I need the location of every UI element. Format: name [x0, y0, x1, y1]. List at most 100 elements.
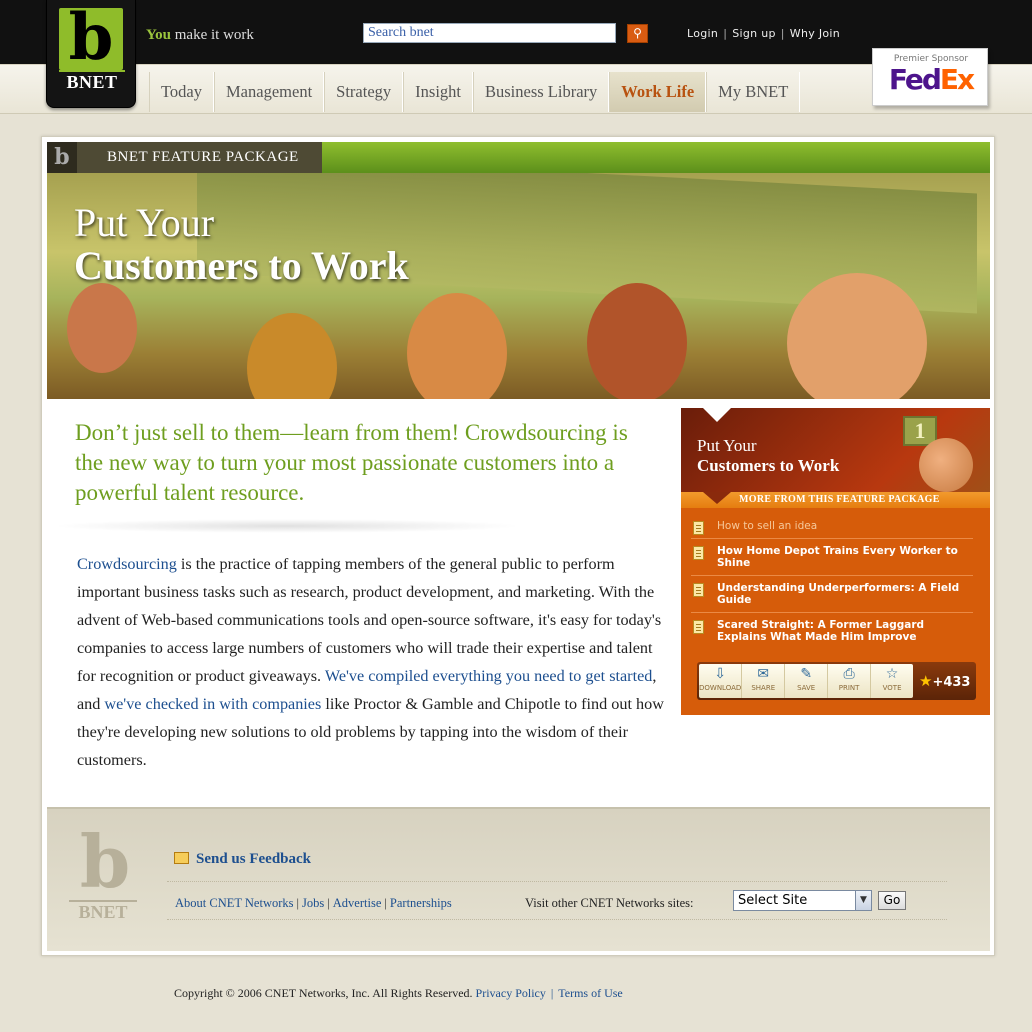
nav-my-bnet[interactable]: My BNET [706, 72, 801, 112]
visit-sites-label: Visit other CNET Networks sites: [525, 896, 694, 910]
sidebar-title: Put Your Customers to Work [697, 436, 839, 476]
terms-of-use-link[interactable]: Terms of Use [558, 986, 622, 1000]
print-label: PRINT [838, 684, 860, 692]
send-feedback-link[interactable]: Send us Feedback [174, 851, 311, 868]
illustration-figure [247, 313, 337, 399]
related-item-label: Scared Straight: A Former Laggard Explai… [717, 619, 925, 643]
hero-title-line2: Customers to Work [74, 243, 409, 288]
related-item[interactable]: Understanding Underperformers: A Field G… [691, 576, 973, 613]
document-icon [693, 546, 704, 560]
nav-management[interactable]: Management [214, 72, 325, 112]
body-text-1: is the practice of tapping members of th… [77, 555, 662, 685]
feature-package-label: BNET FEATURE PACKAGE [107, 149, 299, 165]
related-item[interactable]: How to sell an idea [691, 514, 973, 539]
related-list: How to sell an idea How Home Depot Train… [691, 514, 973, 649]
illustration-figure [587, 283, 687, 399]
why-join-link[interactable]: Why Join [790, 27, 840, 40]
compiled-link[interactable]: We've compiled everything you need to ge… [325, 667, 653, 685]
search-icon[interactable]: ⚲ [627, 24, 648, 43]
share-button[interactable]: ✉ SHARE [742, 664, 786, 698]
print-button[interactable]: ⎙ PRINT [828, 664, 872, 698]
nav-strategy[interactable]: Strategy [324, 72, 404, 112]
related-item-label: How to sell an idea [717, 520, 818, 532]
jobs-link[interactable]: Jobs [302, 896, 324, 910]
related-item[interactable]: Scared Straight: A Former Laggard Explai… [691, 613, 973, 649]
vote-count: ★+433 [919, 672, 970, 690]
bnet-logo[interactable]: b BNET [46, 0, 136, 108]
illustration-figure [407, 293, 507, 399]
printer-icon: ⎙ [843, 666, 855, 682]
related-item[interactable]: How Home Depot Trains Every Worker to Sh… [691, 539, 973, 576]
more-notch [703, 492, 731, 504]
document-icon [693, 583, 704, 597]
save-icon: ✎ [800, 666, 813, 682]
sidebar-title-line2: Customers to Work [697, 456, 840, 475]
sidebar-face-illustration [919, 438, 973, 492]
vote-star-icon: ☆ [885, 666, 899, 682]
footer-divider [167, 881, 947, 882]
copyright: Copyright © 2006 CNET Networks, Inc. All… [174, 986, 623, 1000]
footer-divider [167, 919, 947, 920]
nav-work-life[interactable]: Work Life [609, 72, 707, 112]
privacy-policy-link[interactable]: Privacy Policy [476, 986, 546, 1000]
download-icon: ⇩ [714, 666, 726, 682]
checked-in-link[interactable]: we've checked in with companies [104, 695, 321, 713]
site-select-value: Select Site [738, 893, 808, 908]
vote-button[interactable]: ☆ VOTE [871, 664, 913, 698]
vote-label: VOTE [882, 684, 902, 692]
footer-logo-letter: b [79, 819, 131, 904]
hero-title: Put Your Customers to Work [74, 199, 409, 289]
feature-sidebar: 1 Put Your Customers to Work MORE FROM T… [681, 408, 990, 715]
about-link[interactable]: About CNET Networks [175, 896, 294, 910]
partnerships-link[interactable]: Partnerships [390, 896, 452, 910]
advertise-link[interactable]: Advertise [333, 896, 382, 910]
tagline-you: You [146, 27, 172, 43]
related-item-label: How Home Depot Trains Every Worker to Sh… [717, 545, 958, 569]
nav-insight[interactable]: Insight [403, 72, 473, 112]
site-select[interactable]: Select Site ▼ [733, 890, 872, 911]
vote-count-value: +433 [932, 675, 971, 690]
sidebar-notch [703, 408, 731, 422]
share-label: SHARE [751, 684, 776, 692]
main-panel: b BNET FEATURE PACKAGE Put Your Customer… [41, 136, 995, 956]
illustration-figure [67, 283, 137, 373]
chevron-down-icon[interactable]: ▼ [855, 891, 871, 910]
sponsor-ad[interactable]: Premier Sponsor FedEx [872, 48, 988, 106]
footer-links: About CNET Networks | Jobs | Advertise | Partn… [175, 896, 452, 910]
footer: b BNET Send us Feedback About CNET Netwo… [47, 807, 990, 951]
logo-word: BNET [47, 70, 137, 93]
toolbar-buttons: ⇩ DOWNLOAD ✉ SHARE ✎ SAVE ⎙ PRINT ☆ VOTE [699, 664, 913, 698]
save-button[interactable]: ✎ SAVE [785, 664, 829, 698]
nav-today[interactable]: Today [149, 72, 215, 112]
nav-business-library[interactable]: Business Library [473, 72, 610, 112]
account-links: Login | Sign up | Why Join [687, 27, 841, 40]
signup-link[interactable]: Sign up [732, 27, 776, 40]
logo-letter: b [59, 6, 123, 70]
article-body: Crowdsourcing is the practice of tapping… [77, 550, 667, 774]
sidebar-title-line1: Put Your [697, 436, 757, 455]
share-toolbar: ⇩ DOWNLOAD ✉ SHARE ✎ SAVE ⎙ PRINT ☆ VOTE ★+43… [697, 662, 976, 700]
footer-logo-word: BNET [69, 900, 137, 923]
hero-title-line1: Put Your [74, 200, 215, 245]
envelope-icon: ✉ [757, 666, 770, 682]
feature-package-bar: b BNET FEATURE PACKAGE [47, 142, 990, 173]
related-item-label: Understanding Underperformers: A Field G… [717, 582, 960, 606]
copyright-text: Copyright © 2006 CNET Networks, Inc. All… [174, 986, 473, 1000]
envelope-icon [174, 852, 189, 864]
document-icon [693, 521, 704, 535]
lede-text: Don’t just sell to them—learn from them!… [75, 420, 628, 505]
go-button[interactable]: Go [878, 891, 906, 910]
main-nav: Today Management Strategy Insight Busine… [149, 72, 801, 112]
tagline-rest: make it work [171, 27, 254, 43]
login-link[interactable]: Login [687, 27, 718, 40]
save-label: SAVE [797, 684, 816, 692]
feedback-label: Send us Feedback [196, 851, 312, 867]
download-label: DOWNLOAD [699, 684, 742, 692]
fedex-logo: FedEx [888, 63, 975, 96]
download-button[interactable]: ⇩ DOWNLOAD [699, 664, 743, 698]
hero-banner: Put Your Customers to Work [47, 173, 990, 399]
feature-bar-logo: b [47, 142, 77, 173]
document-icon [693, 620, 704, 634]
search-input[interactable]: Search bnet [363, 23, 616, 43]
crowdsourcing-link[interactable]: Crowdsourcing [77, 555, 177, 573]
